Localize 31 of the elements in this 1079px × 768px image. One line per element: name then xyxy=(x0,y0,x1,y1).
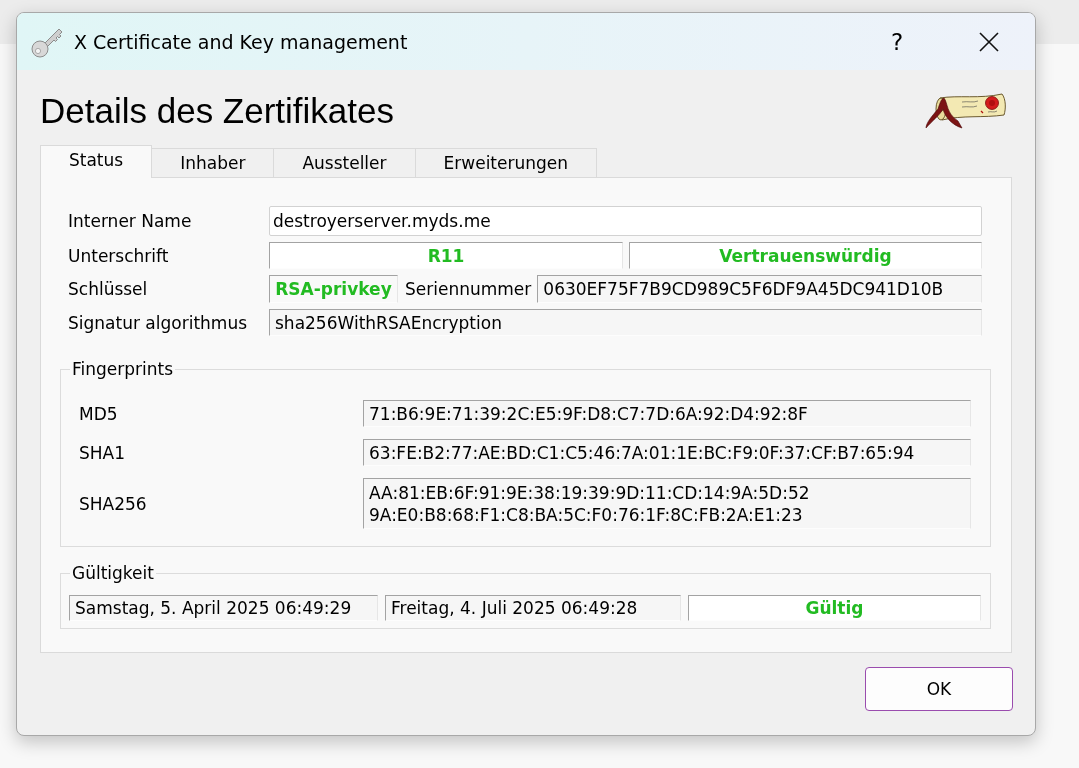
trust-field: Vertrauenswürdig xyxy=(629,242,982,269)
fingerprint-field: 71:B6:9E:71:39:2C:E5:9F:D8:C7:7D:6A:92:D4:92:8F xyxy=(363,400,971,427)
fingerprint-label: MD5 xyxy=(79,402,119,426)
fingerprint-field: AA:81:EB:6F:91:9E:38:19:39:9D:11:CD:14:9A:5D:52 9A:E0:B8:68:F1:C8:BA:5C:F0:76:1F:8C:FB:2A:E1:23 xyxy=(363,478,971,529)
date-field: Freitag, 4. Juli 2025 06:49:28 xyxy=(385,595,681,621)
issuer-field: R11 xyxy=(269,242,623,269)
validity-status-field: Gültig xyxy=(688,595,981,621)
field-label: Schlüssel xyxy=(68,278,149,301)
field-label: Unterschrift xyxy=(68,244,170,268)
tab[interactable]: Erweiterungen xyxy=(415,148,598,177)
internal-name-field[interactable]: destroyerserver.myds.me xyxy=(269,206,982,236)
tab[interactable]: Inhaber xyxy=(152,148,275,177)
field-label: Seriennummer xyxy=(405,278,532,301)
group-title: Fingerprints xyxy=(71,358,175,380)
fingerprint-label: SHA256 xyxy=(79,492,148,516)
key-field: RSA-privkey xyxy=(269,275,398,303)
algorithm-field: sha256WithRSAEncryption xyxy=(269,309,982,336)
fingerprint-label: SHA1 xyxy=(79,441,127,465)
field-label: Signatur algorithmus xyxy=(68,311,248,335)
tab[interactable]: Status xyxy=(40,145,153,178)
fingerprint-field: 63:FE:B2:77:AE:BD:C1:C5:46:7A:01:1E:BC:F9:0F:37:CF:B7:65:94 xyxy=(363,439,971,466)
dialog-heading: Details des Zertifikates xyxy=(40,91,395,131)
ok-button[interactable]: OK xyxy=(865,667,1013,711)
help-button[interactable]: ? xyxy=(877,21,917,62)
field-label: Interner Name xyxy=(68,210,193,233)
close-icon xyxy=(979,31,999,52)
window-title: X Certificate and Key management xyxy=(74,30,408,53)
tab[interactable]: Aussteller xyxy=(274,148,416,177)
date-field: Samstag, 5. April 2025 06:49:29 xyxy=(69,595,378,621)
group-title: Gültigkeit xyxy=(71,562,155,584)
serial-field: 0630EF75F7B9CD989C5F6DF9A45DC941D10B xyxy=(537,275,982,303)
